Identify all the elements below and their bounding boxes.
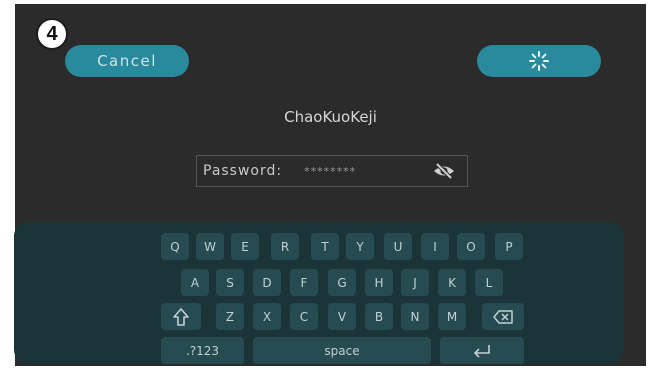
eye-slash-icon[interactable] xyxy=(433,162,455,184)
loading-spinner-icon xyxy=(529,51,549,71)
cancel-button[interactable]: Cancel xyxy=(65,45,189,77)
shift-key[interactable] xyxy=(161,303,201,330)
key-o[interactable]: O xyxy=(457,233,485,260)
key-p[interactable]: P xyxy=(495,233,523,260)
key-z[interactable]: Z xyxy=(216,303,244,330)
key-a[interactable]: A xyxy=(181,269,209,296)
enter-key[interactable] xyxy=(440,337,524,364)
key-s[interactable]: S xyxy=(216,269,244,296)
key-c[interactable]: C xyxy=(290,303,318,330)
shift-arrow-icon xyxy=(173,307,189,326)
key-i[interactable]: I xyxy=(421,233,449,260)
key-f[interactable]: F xyxy=(290,269,318,296)
key-g[interactable]: G xyxy=(328,269,356,296)
key-m[interactable]: M xyxy=(438,303,466,330)
password-input-value[interactable]: ******** xyxy=(304,165,356,178)
key-q[interactable]: Q xyxy=(161,233,189,260)
key-x[interactable]: X xyxy=(253,303,281,330)
key-w[interactable]: W xyxy=(196,233,224,260)
backspace-key[interactable] xyxy=(482,303,524,330)
key-h[interactable]: H xyxy=(365,269,393,296)
password-label: Password: xyxy=(203,163,283,179)
key-u[interactable]: U xyxy=(384,233,412,260)
key-r[interactable]: R xyxy=(271,233,299,260)
password-field[interactable]: Password: ******** xyxy=(196,155,468,187)
key-d[interactable]: D xyxy=(253,269,281,296)
numbers-key[interactable]: .?123 xyxy=(161,337,244,364)
key-j[interactable]: J xyxy=(401,269,429,296)
key-n[interactable]: N xyxy=(401,303,429,330)
onscreen-keyboard: Q W E R T Y U I O P A S D F G H J K L Z … xyxy=(14,222,624,364)
connect-button[interactable] xyxy=(477,45,601,77)
key-e[interactable]: E xyxy=(231,233,259,260)
key-v[interactable]: V xyxy=(328,303,356,330)
network-name: ChaoKuoKeji xyxy=(284,108,377,126)
key-k[interactable]: K xyxy=(438,269,466,296)
key-l[interactable]: L xyxy=(475,269,503,296)
backspace-icon xyxy=(493,309,513,324)
key-t[interactable]: T xyxy=(311,233,339,260)
key-y[interactable]: Y xyxy=(346,233,374,260)
key-b[interactable]: B xyxy=(365,303,393,330)
step-number-badge: 4 xyxy=(36,18,68,50)
enter-return-icon xyxy=(474,344,490,358)
space-key[interactable]: space xyxy=(253,337,431,364)
